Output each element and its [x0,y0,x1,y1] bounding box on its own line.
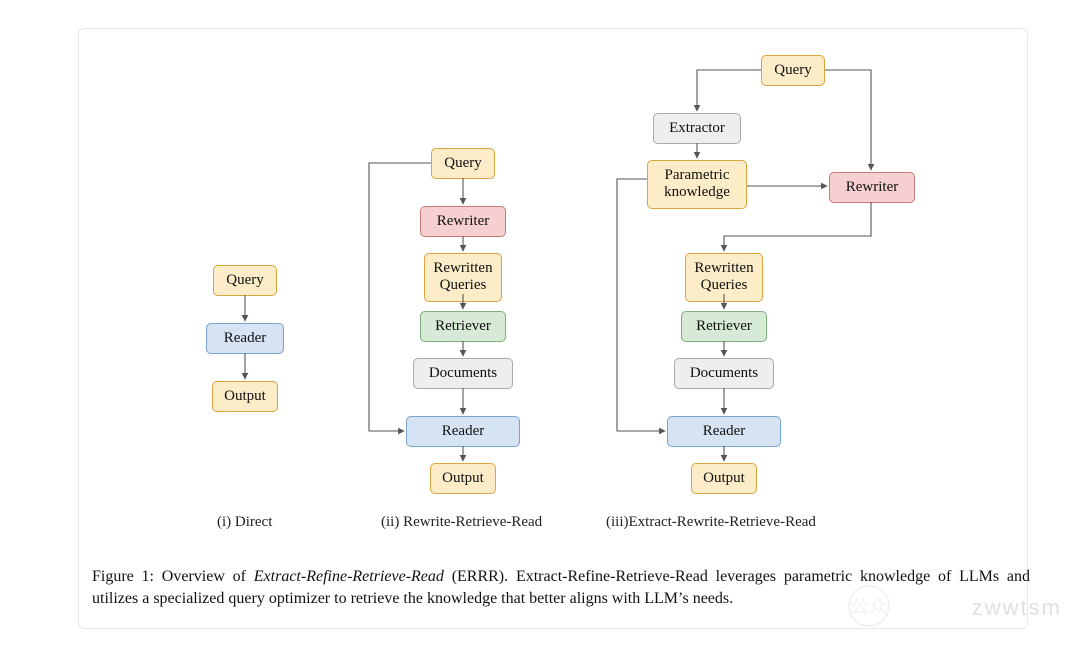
box-iii-output: Output [691,463,757,494]
box-ii-query: Query [431,148,495,179]
box-iii-rewritten: Rewritten Queries [685,253,763,302]
caption-abbr: (ERRR). [444,568,516,585]
label-iii: (iii)Extract-Rewrite-Retrieve-Read [606,514,816,531]
box-ii-retriever: Retriever [420,311,506,342]
watermark-badge-icon: 公众 [848,585,890,627]
box-iii-extractor: Extractor [653,113,741,144]
box-iii-parametric: Parametric knowledge [647,160,747,209]
watermark-text: zwwtsm [972,595,1062,621]
box-iii-rewriter: Rewriter [829,172,915,203]
caption-emph: Extract-Refine-Retrieve-Read [254,568,444,585]
label-ii: (ii) Rewrite-Retrieve-Read [381,514,542,531]
box-iii-query: Query [761,55,825,86]
box-ii-rewriter: Rewriter [420,206,506,237]
box-ii-reader: Reader [406,416,520,447]
box-iii-retriever: Retriever [681,311,767,342]
box-ii-documents: Documents [413,358,513,389]
caption-prefix: Figure 1: Overview of [92,568,254,585]
box-iii-reader: Reader [667,416,781,447]
box-ii-output: Output [430,463,496,494]
label-i: (i) Direct [217,514,272,531]
box-i-query: Query [213,265,277,296]
box-i-reader: Reader [206,323,284,354]
canvas: Query Reader Output (i) Direct Query Rew… [0,0,1080,645]
box-iii-documents: Documents [674,358,774,389]
box-i-output: Output [212,381,278,412]
box-ii-rewritten: Rewritten Queries [424,253,502,302]
